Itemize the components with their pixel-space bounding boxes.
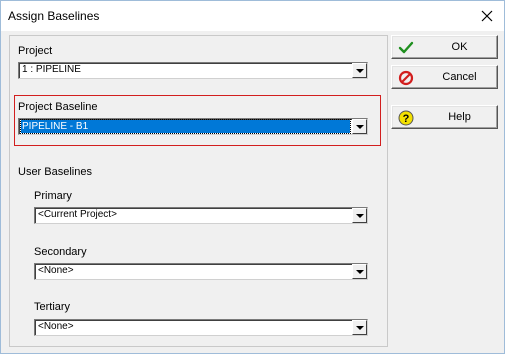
chevron-down-icon[interactable] xyxy=(352,208,367,223)
assign-baselines-dialog: Assign Baselines Project 1 : PIPELINE Pr… xyxy=(0,0,505,354)
project-select[interactable]: 1 : PIPELINE xyxy=(18,62,368,79)
secondary-label: Secondary xyxy=(34,246,87,258)
project-baseline-select-value: PIPELINE - B1 xyxy=(20,119,351,134)
chevron-down-icon[interactable] xyxy=(352,320,367,335)
user-baselines-label: User Baselines xyxy=(18,166,92,178)
tertiary-label: Tertiary xyxy=(34,301,71,313)
project-label: Project xyxy=(18,45,53,57)
help-button-label: Help xyxy=(448,111,471,123)
primary-select[interactable]: <Current Project> xyxy=(34,207,368,224)
cancel-button-label: Cancel xyxy=(442,71,477,83)
title-bar: Assign Baselines xyxy=(1,1,504,31)
tertiary-select-value: <None> xyxy=(38,321,74,332)
chevron-down-icon[interactable] xyxy=(352,264,367,279)
checkmark-icon xyxy=(398,41,414,54)
svg-text:?: ? xyxy=(403,113,410,125)
cancel-icon xyxy=(398,70,414,86)
close-icon xyxy=(481,10,493,22)
help-icon: ? xyxy=(398,110,414,126)
project-baseline-label: Project Baseline xyxy=(18,101,98,113)
tertiary-select[interactable]: <None> xyxy=(34,319,368,336)
ok-button[interactable]: OK xyxy=(391,35,498,59)
cancel-button[interactable]: Cancel xyxy=(391,65,498,89)
ok-button-label: OK xyxy=(451,41,468,53)
chevron-down-icon[interactable] xyxy=(352,63,367,78)
secondary-select[interactable]: <None> xyxy=(34,263,368,280)
project-baseline-select[interactable]: PIPELINE - B1 xyxy=(18,118,368,135)
secondary-select-value: <None> xyxy=(38,265,74,276)
dialog-title: Assign Baselines xyxy=(8,9,100,23)
primary-label: Primary xyxy=(34,190,72,202)
chevron-down-icon[interactable] xyxy=(352,119,367,134)
primary-select-value: <Current Project> xyxy=(38,209,117,220)
baselines-panel: Project 1 : PIPELINE Project Baseline PI… xyxy=(9,35,388,347)
help-button[interactable]: ? Help xyxy=(391,105,498,129)
close-button[interactable] xyxy=(472,1,502,31)
project-select-value: 1 : PIPELINE xyxy=(22,64,81,75)
